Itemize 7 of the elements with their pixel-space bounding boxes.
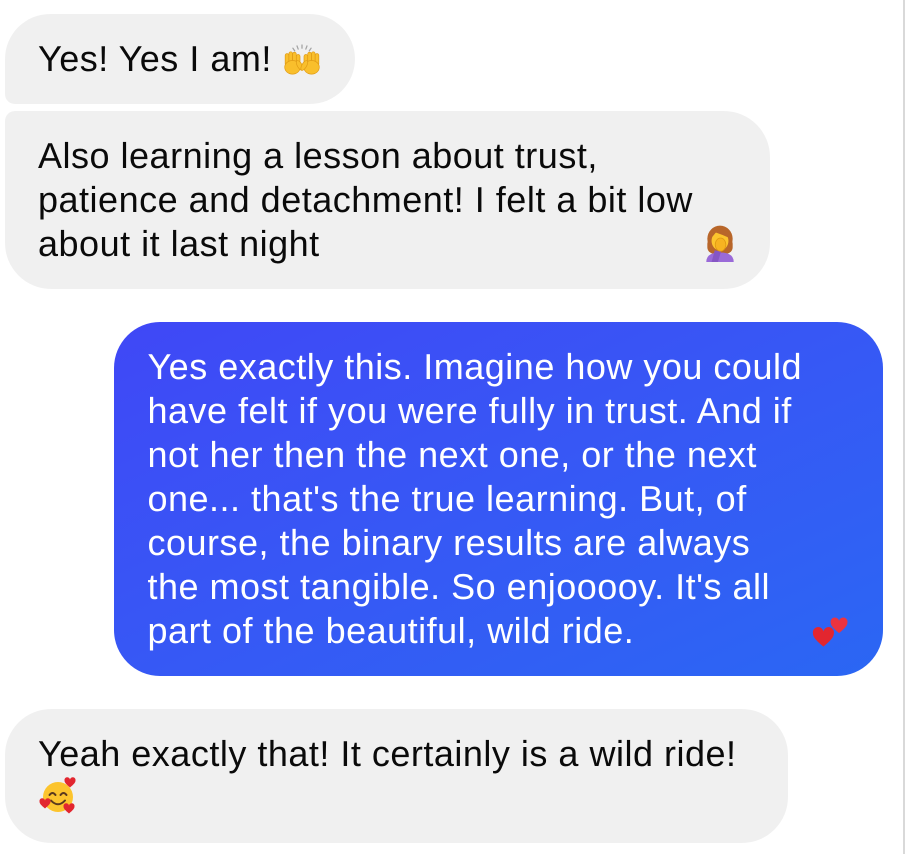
message-text: Yeah exactly that! It certainly is a wild ride! — [38, 732, 736, 776]
message-text: Yes! Yes I am! — [38, 37, 272, 81]
smiling-face-with-hearts-icon — [38, 776, 78, 816]
raising-hands-icon — [282, 43, 322, 77]
two-hearts-icon — [812, 617, 850, 649]
message-text: Also learning a lesson about trust, patience and detachment! I felt a bit low about it last night — [38, 134, 693, 266]
message-text: Yes exactly this. Imagine how you could have felt if you were fully in trust. And if not her then the next one, or the next one... that's the true learning. But, of course, the binary results are always the most tangible. So enjooooy. It's all part of the beautiful, wild ride. — [147, 345, 802, 653]
